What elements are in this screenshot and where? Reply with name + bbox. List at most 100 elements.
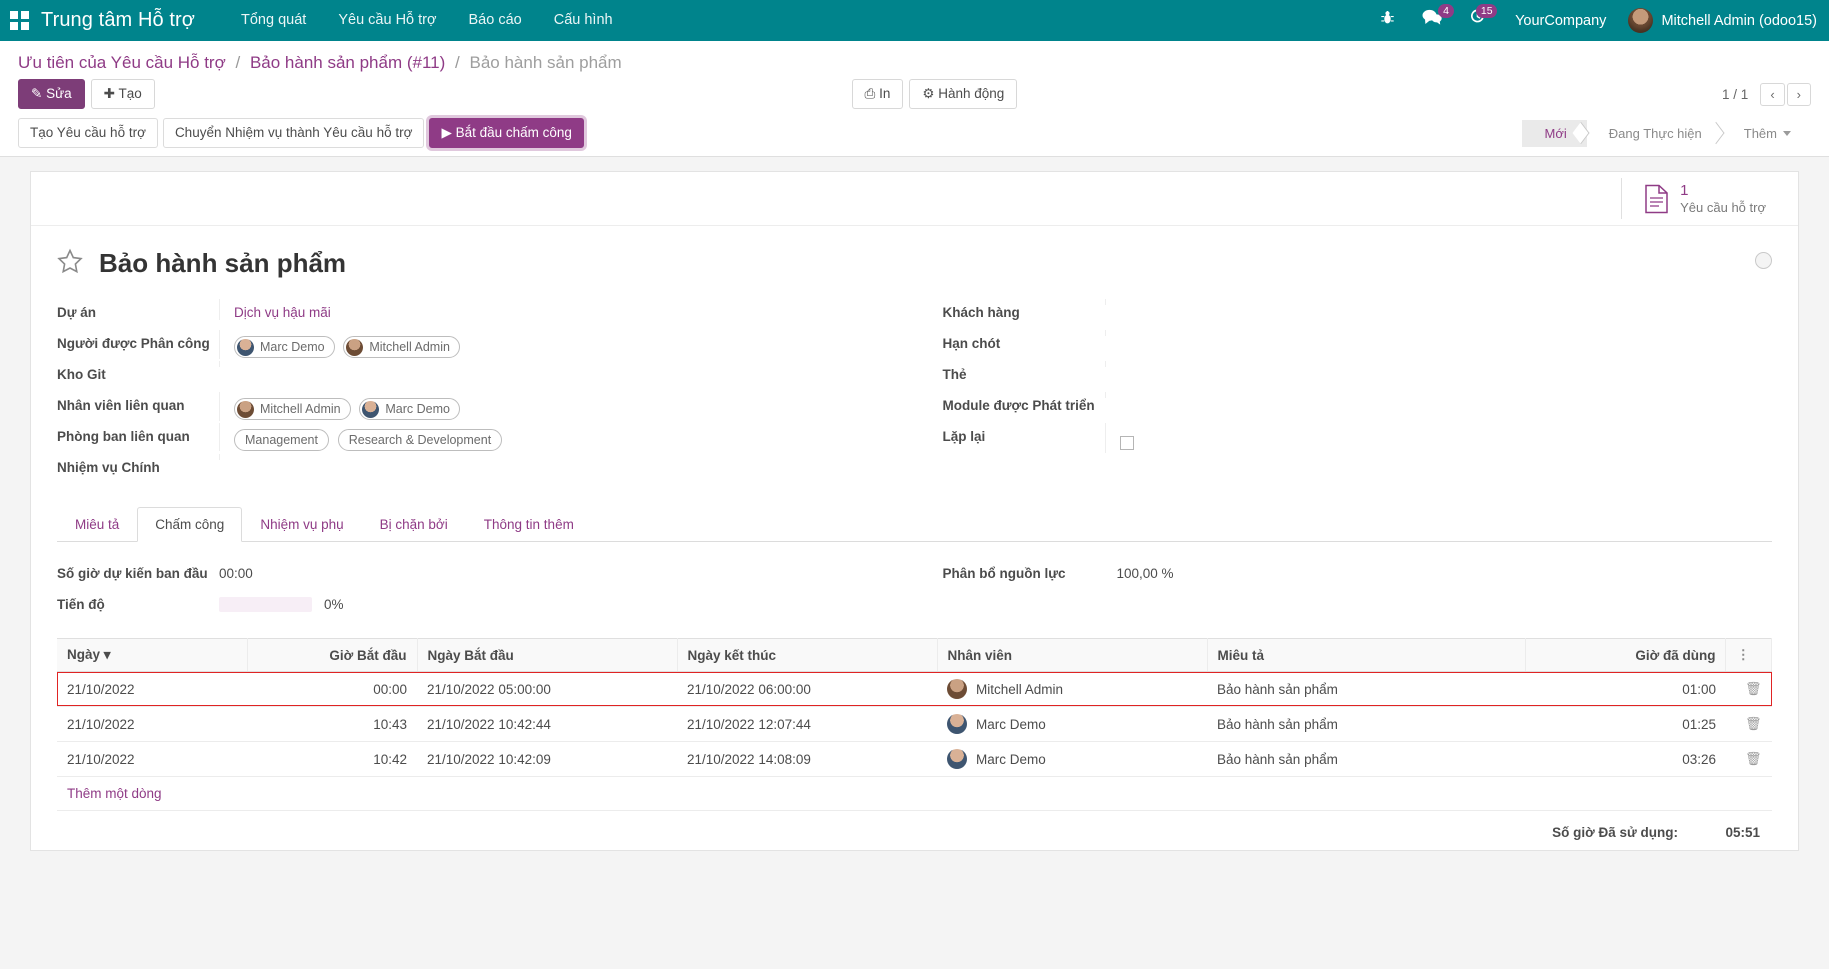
menu-item-configuration[interactable]: Cấu hình <box>538 0 629 41</box>
tab-subtasks[interactable]: Nhiệm vụ phụ <box>242 507 361 542</box>
row-delete-button[interactable]: 🗑 <box>1726 742 1772 777</box>
cell-employee[interactable]: Marc Demo <box>937 742 1207 777</box>
user-menu-label: Mitchell Admin (odoo15) <box>1661 13 1817 29</box>
tab-extra-info[interactable]: Thông tin thêm <box>466 507 592 542</box>
field-tags-value[interactable] <box>1105 361 1773 367</box>
cell-date[interactable]: 21/10/2022 <box>57 742 247 777</box>
tag-assignee[interactable]: Mitchell Admin <box>343 336 460 358</box>
table-row[interactable]: 21/10/2022 00:00 21/10/2022 05:00:00 21/… <box>57 672 1772 707</box>
cell-description[interactable]: Bảo hành sản phẩm <box>1207 672 1526 707</box>
column-header-start-hour[interactable]: Giờ Bắt đầu <box>247 639 417 672</box>
row-delete-button[interactable]: 🗑 <box>1726 672 1772 707</box>
column-header-description[interactable]: Miêu tả <box>1207 639 1526 672</box>
print-button[interactable]: ⎙ In <box>852 79 904 109</box>
field-developed-module-value[interactable] <box>1105 392 1773 398</box>
apps-grid-icon[interactable] <box>10 11 29 30</box>
cell-end-datetime[interactable]: 21/10/2022 06:00:00 <box>677 672 937 707</box>
field-project-value[interactable]: Dịch vụ hậu mãi <box>219 299 915 320</box>
app-brand-title[interactable]: Trung tâm Hỗ trợ <box>41 9 195 32</box>
column-header-hours-spent[interactable]: Giờ đã dùng <box>1526 639 1726 672</box>
cell-hours-spent[interactable]: 01:25 <box>1526 707 1726 742</box>
cell-hours-spent[interactable]: 03:26 <box>1526 742 1726 777</box>
menu-item-overview[interactable]: Tổng quát <box>225 0 322 41</box>
field-related-departments-value[interactable]: Management Research & Development <box>219 423 915 451</box>
activity-clock-icon[interactable]: 15 <box>1456 0 1499 41</box>
pager-previous-icon[interactable]: ‹ <box>1760 83 1784 106</box>
stage-in-progress-label: Đang Thực hiện <box>1609 126 1702 141</box>
printer-icon: ⎙ <box>865 86 876 101</box>
bug-icon[interactable] <box>1367 0 1408 41</box>
tab-blocked-by[interactable]: Bị chặn bởi <box>362 507 466 542</box>
field-assignees-label: Người được Phân công <box>57 330 219 351</box>
field-related-employees-value[interactable]: Mitchell Admin Marc Demo <box>219 392 915 421</box>
column-header-employee[interactable]: Nhân viên <box>937 639 1207 672</box>
table-row[interactable]: 21/10/2022 10:43 21/10/2022 10:42:44 21/… <box>57 707 1772 742</box>
field-project-label: Dự án <box>57 299 219 320</box>
create-button[interactable]: ✚ Tạo <box>91 79 155 109</box>
field-related-departments-label: Phòng ban liên quan <box>57 423 219 444</box>
cell-hours-spent[interactable]: 01:00 <box>1526 672 1726 707</box>
record-title-row: Bảo hành sản phẩm <box>31 226 1798 285</box>
stat-button-tickets[interactable]: 1 Yêu cầu hỗ trợ <box>1621 178 1784 219</box>
employee-cell-content: Marc Demo <box>947 714 1197 734</box>
breadcrumb-item-1[interactable]: Bảo hành sản phẩm (#11) <box>250 53 445 72</box>
table-row[interactable]: 21/10/2022 10:42 21/10/2022 10:42:09 21/… <box>57 742 1772 777</box>
field-allocation-value[interactable]: 100,00 % <box>1105 566 1174 581</box>
priority-circle-icon[interactable] <box>1755 252 1772 269</box>
add-line-button[interactable]: Thêm một dòng <box>57 777 1772 811</box>
tag-employee[interactable]: Mitchell Admin <box>234 398 351 420</box>
action-button[interactable]: ⚙ Hành động <box>909 79 1017 109</box>
cell-date[interactable]: 21/10/2022 <box>57 707 247 742</box>
row-delete-button[interactable]: 🗑 <box>1726 707 1772 742</box>
create-ticket-button[interactable]: Tạo Yêu cầu hỗ trợ <box>18 118 158 148</box>
messages-icon[interactable]: 4 <box>1408 0 1456 41</box>
cell-start-datetime[interactable]: 21/10/2022 10:42:44 <box>417 707 677 742</box>
field-developed-module-label: Module được Phát triển <box>943 392 1105 413</box>
menu-item-tickets[interactable]: Yêu cầu Hỗ trợ <box>322 0 452 41</box>
company-switcher[interactable]: YourCompany <box>1499 13 1622 29</box>
menu-item-reporting[interactable]: Báo cáo <box>453 0 538 41</box>
tag-department[interactable]: Management <box>234 429 329 451</box>
cell-end-datetime[interactable]: 21/10/2022 12:07:44 <box>677 707 937 742</box>
cell-start-hour[interactable]: 00:00 <box>247 672 417 707</box>
cell-start-hour[interactable]: 10:42 <box>247 742 417 777</box>
field-deadline-value[interactable] <box>1105 330 1773 336</box>
stage-new[interactable]: Mới <box>1522 120 1586 147</box>
stage-more[interactable]: Thêm <box>1722 120 1811 147</box>
stage-in-progress[interactable]: Đang Thực hiện <box>1587 120 1722 147</box>
field-git-repo-value[interactable] <box>219 361 915 367</box>
breadcrumb-item-0[interactable]: Ưu tiên của Yêu cầu Hỗ trợ <box>18 53 226 72</box>
cell-employee[interactable]: Mitchell Admin <box>937 672 1207 707</box>
tag-assignee[interactable]: Marc Demo <box>234 336 335 358</box>
cell-start-datetime[interactable]: 21/10/2022 05:00:00 <box>417 672 677 707</box>
convert-task-to-ticket-button[interactable]: Chuyển Nhiệm vụ thành Yêu cầu hỗ trợ <box>163 118 425 148</box>
start-timesheet-button[interactable]: ▶ Bắt đầu chấm công <box>429 118 583 148</box>
user-menu[interactable]: Mitchell Admin (odoo15) <box>1622 8 1817 33</box>
stat-button-box: 1 Yêu cầu hỗ trợ <box>31 172 1798 226</box>
edit-button[interactable]: ✎ Sửa <box>18 79 85 109</box>
recurrent-checkbox[interactable] <box>1120 436 1134 450</box>
cell-end-datetime[interactable]: 21/10/2022 14:08:09 <box>677 742 937 777</box>
tab-timesheets[interactable]: Chấm công <box>137 507 242 542</box>
column-header-date[interactable]: Ngày ▾ <box>57 639 247 672</box>
field-parent-task-value[interactable] <box>219 454 915 460</box>
tag-department[interactable]: Research & Development <box>338 429 502 451</box>
star-icon[interactable] <box>57 248 83 279</box>
column-header-start-date[interactable]: Ngày Bắt đầu <box>417 639 677 672</box>
cell-description[interactable]: Bảo hành sản phẩm <box>1207 742 1526 777</box>
pager-next-icon[interactable]: › <box>1787 83 1811 106</box>
list-options-icon[interactable]: ⋮ <box>1726 639 1772 672</box>
employee-name: Mitchell Admin <box>976 682 1063 697</box>
cell-employee[interactable]: Marc Demo <box>937 707 1207 742</box>
field-assignees-value[interactable]: Marc Demo Mitchell Admin <box>219 330 915 359</box>
cell-description[interactable]: Bảo hành sản phẩm <box>1207 707 1526 742</box>
cell-start-datetime[interactable]: 21/10/2022 10:42:09 <box>417 742 677 777</box>
cell-start-hour[interactable]: 10:43 <box>247 707 417 742</box>
cell-date[interactable]: 21/10/2022 <box>57 672 247 707</box>
field-customer-value[interactable] <box>1105 299 1773 305</box>
tab-description[interactable]: Miêu tả <box>57 507 137 542</box>
column-header-end-date[interactable]: Ngày kết thúc <box>677 639 937 672</box>
tag-employee[interactable]: Marc Demo <box>359 398 460 420</box>
stat-button-text: 1 Yêu cầu hỗ trợ <box>1680 182 1766 215</box>
field-planned-hours-value[interactable]: 00:00 <box>219 566 253 581</box>
